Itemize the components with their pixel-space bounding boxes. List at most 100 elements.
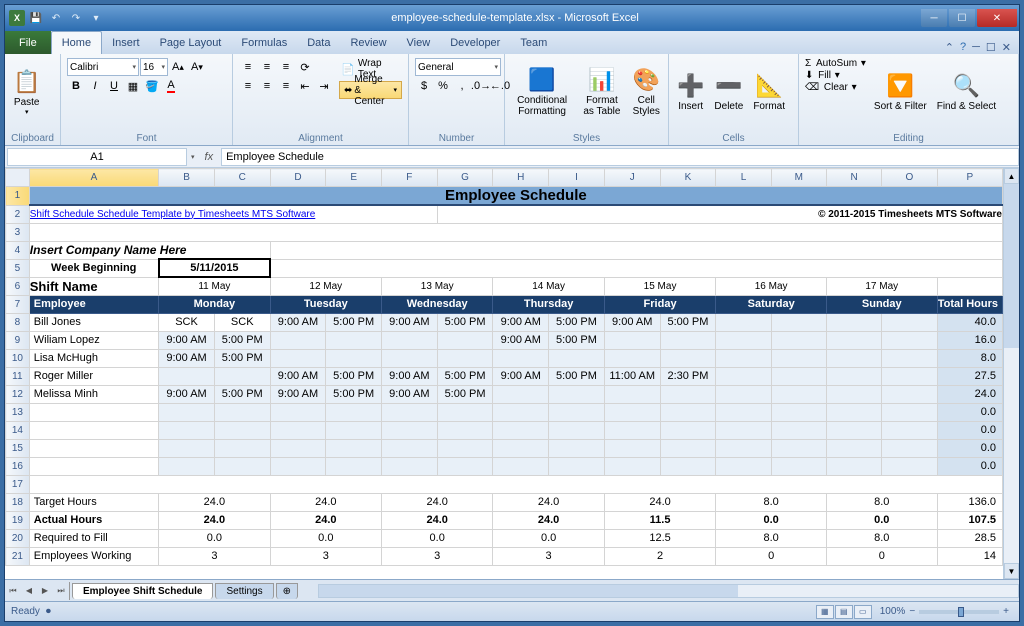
shift-end[interactable] <box>326 421 382 439</box>
shift-start[interactable] <box>604 349 660 367</box>
shift-end[interactable] <box>549 421 605 439</box>
scroll-thumb[interactable] <box>1004 184 1019 348</box>
insert-cells-button[interactable]: ➕Insert <box>673 56 708 128</box>
border-button[interactable]: ▦ <box>124 77 142 95</box>
shift-end[interactable]: 5:00 PM <box>214 349 270 367</box>
shift-start[interactable] <box>493 457 549 475</box>
shift-end[interactable] <box>882 367 937 385</box>
shift-start[interactable] <box>493 349 549 367</box>
shift-start[interactable] <box>604 421 660 439</box>
help-icon[interactable]: ? <box>960 41 966 54</box>
shift-start[interactable] <box>159 457 215 475</box>
shift-end[interactable] <box>437 349 493 367</box>
shift-start[interactable]: 9:00 AM <box>382 313 438 331</box>
shift-start[interactable] <box>827 457 882 475</box>
shift-end[interactable] <box>882 385 937 403</box>
shift-end[interactable]: 5:00 PM <box>214 331 270 349</box>
shift-end[interactable] <box>882 457 937 475</box>
orientation-icon[interactable]: ⟳ <box>296 58 314 76</box>
employee-name[interactable]: Wiliam Lopez <box>29 331 158 349</box>
shift-end[interactable]: 5:00 PM <box>437 313 493 331</box>
number-format-combo[interactable]: General▾ <box>415 58 501 76</box>
shift-end[interactable] <box>549 349 605 367</box>
shift-start[interactable] <box>716 385 771 403</box>
week-beginning-value[interactable]: 5/11/2015 <box>159 259 270 277</box>
employee-name[interactable] <box>29 421 158 439</box>
shift-end[interactable]: 2:30 PM <box>660 367 716 385</box>
grow-font-icon[interactable]: A▴ <box>169 58 187 76</box>
shift-start[interactable] <box>382 349 438 367</box>
col-header-P[interactable]: P <box>937 169 1002 187</box>
qat-more-icon[interactable]: ▾ <box>87 9 105 27</box>
shift-end[interactable]: 5:00 PM <box>326 385 382 403</box>
shift-start[interactable] <box>270 421 326 439</box>
tab-home[interactable]: Home <box>51 31 102 54</box>
bold-button[interactable]: B <box>67 77 85 95</box>
col-header-N[interactable]: N <box>827 169 882 187</box>
scroll-up-icon[interactable]: ▲ <box>1004 168 1019 184</box>
vertical-scrollbar[interactable]: ▲ ▼ <box>1003 168 1019 579</box>
normal-view-icon[interactable]: ▦ <box>816 605 834 619</box>
select-all-cell[interactable] <box>6 169 30 187</box>
shift-end[interactable] <box>214 403 270 421</box>
format-cells-button[interactable]: 📐Format <box>749 56 789 128</box>
shift-start[interactable] <box>827 313 882 331</box>
shift-end[interactable] <box>326 349 382 367</box>
shift-end[interactable] <box>549 457 605 475</box>
clear-button[interactable]: ⌫ Clear ▾ <box>805 82 866 93</box>
shift-end[interactable] <box>771 349 826 367</box>
shift-start[interactable] <box>493 421 549 439</box>
col-header-C[interactable]: C <box>214 169 270 187</box>
prev-sheet-icon[interactable]: ◀ <box>21 582 37 600</box>
col-header-H[interactable]: H <box>493 169 549 187</box>
col-header-F[interactable]: F <box>382 169 438 187</box>
employee-name[interactable]: Roger Miller <box>29 367 158 385</box>
last-sheet-icon[interactable]: ⏭ <box>53 582 69 600</box>
col-header-I[interactable]: I <box>549 169 605 187</box>
shift-start[interactable] <box>382 457 438 475</box>
comma-icon[interactable]: , <box>453 77 471 95</box>
col-header-M[interactable]: M <box>771 169 826 187</box>
shift-start[interactable]: 9:00 AM <box>493 367 549 385</box>
col-header-G[interactable]: G <box>437 169 493 187</box>
file-tab[interactable]: File <box>5 31 51 54</box>
tab-view[interactable]: View <box>397 31 441 54</box>
font-name-combo[interactable]: Calibri▾ <box>67 58 139 76</box>
shift-start[interactable]: 9:00 AM <box>159 385 215 403</box>
merge-center-button[interactable]: ⬌Merge & Center▾ <box>339 81 402 99</box>
shift-end[interactable] <box>214 439 270 457</box>
shift-end[interactable]: 5:00 PM <box>326 367 382 385</box>
shift-end[interactable] <box>437 403 493 421</box>
shift-end[interactable] <box>660 349 716 367</box>
shift-end[interactable] <box>437 421 493 439</box>
shrink-font-icon[interactable]: A▾ <box>188 58 206 76</box>
shift-start[interactable] <box>716 313 771 331</box>
shift-end[interactable] <box>882 331 937 349</box>
sort-filter-button[interactable]: 🔽Sort & Filter <box>870 56 931 128</box>
fill-color-button[interactable]: 🪣 <box>143 77 161 95</box>
company-name[interactable]: Insert Company Name Here <box>29 241 270 259</box>
col-header-A[interactable]: A <box>29 169 158 187</box>
sheet-tab-settings[interactable]: Settings <box>215 583 273 599</box>
shift-end[interactable] <box>660 331 716 349</box>
shift-start[interactable] <box>716 331 771 349</box>
maximize-button[interactable]: ☐ <box>949 9 975 27</box>
shift-start[interactable] <box>159 439 215 457</box>
indent-right-icon[interactable]: ⇥ <box>315 77 333 95</box>
shift-start[interactable] <box>382 439 438 457</box>
shift-end[interactable]: 5:00 PM <box>549 331 605 349</box>
underline-button[interactable]: U <box>105 77 123 95</box>
shift-start[interactable] <box>382 331 438 349</box>
shift-end[interactable]: SCK <box>214 313 270 331</box>
shift-start[interactable] <box>270 349 326 367</box>
zoom-slider[interactable] <box>919 610 999 614</box>
shift-start[interactable] <box>493 403 549 421</box>
tab-developer[interactable]: Developer <box>440 31 510 54</box>
font-size-combo[interactable]: 16▾ <box>140 58 168 76</box>
shift-start[interactable] <box>716 367 771 385</box>
shift-end[interactable] <box>882 313 937 331</box>
shift-end[interactable]: 5:00 PM <box>549 313 605 331</box>
shift-end[interactable] <box>549 439 605 457</box>
shift-end[interactable] <box>771 367 826 385</box>
shift-end[interactable] <box>771 457 826 475</box>
